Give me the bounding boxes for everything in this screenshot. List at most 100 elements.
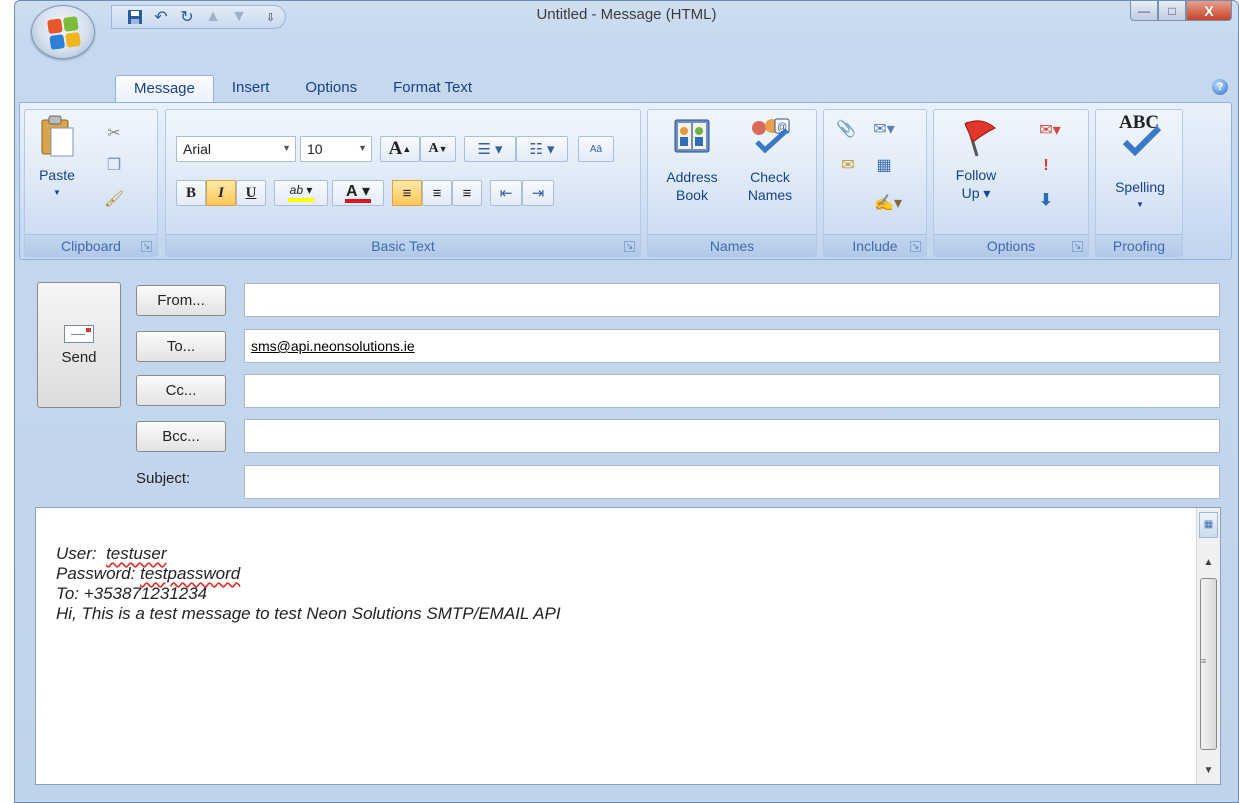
close-button[interactable]: X bbox=[1186, 1, 1232, 21]
scroll-down-icon[interactable]: ▼ bbox=[1197, 762, 1220, 780]
to-field[interactable]: sms@api.neonsolutions.ie bbox=[244, 329, 1220, 363]
proofing-group: ABC Spelling ▼ Proofing bbox=[1095, 109, 1183, 257]
font-color-icon: A ▾ bbox=[345, 182, 371, 200]
font-color-label: A bbox=[345, 182, 358, 200]
chevron-down-icon: ▼ bbox=[358, 143, 367, 153]
to-button-label: To... bbox=[166, 338, 196, 355]
options-dialog-launcher[interactable]: ↘ bbox=[1072, 241, 1083, 252]
body-line-password: Password: testpassword bbox=[56, 564, 561, 584]
italic-button[interactable]: I bbox=[206, 180, 236, 206]
subject-field[interactable] bbox=[244, 465, 1220, 499]
password-prefix: Password: bbox=[56, 564, 141, 583]
signature-icon[interactable]: ✍▾ bbox=[868, 190, 908, 216]
bcc-button[interactable]: Bcc... bbox=[136, 421, 226, 452]
address-book-button[interactable]: Address Book bbox=[656, 116, 728, 204]
include-dialog-launcher[interactable]: ↘ bbox=[910, 241, 921, 252]
tab-format-text[interactable]: Format Text bbox=[375, 75, 490, 103]
font-name-select[interactable]: Arial ▼ bbox=[176, 136, 296, 162]
tab-insert[interactable]: Insert bbox=[214, 75, 288, 103]
follow-up-label-2: Up ▾ bbox=[961, 185, 991, 201]
window-title: Untitled - Message (HTML) bbox=[536, 6, 717, 23]
spelling-button[interactable]: ABC Spelling ▼ bbox=[1104, 113, 1176, 214]
spelling-label: Spelling bbox=[1115, 179, 1165, 195]
from-field[interactable] bbox=[244, 283, 1220, 317]
shrink-font-button[interactable]: A ▼ bbox=[420, 136, 456, 162]
calendar-icon[interactable]: ▦ bbox=[870, 152, 898, 178]
paste-button[interactable]: Paste ▼ bbox=[33, 114, 81, 202]
highlight-color-bar bbox=[288, 198, 314, 202]
highlight-icon: ab ▾ bbox=[289, 183, 313, 197]
permission-icon[interactable]: ✉▾ bbox=[1030, 118, 1070, 142]
attach-item-icon[interactable]: ✉▾ bbox=[864, 116, 904, 142]
tab-options[interactable]: Options bbox=[287, 75, 375, 103]
align-left-button[interactable]: ≡ bbox=[392, 180, 422, 206]
message-body-text: User: testuser Password: testpassword To… bbox=[56, 544, 561, 624]
follow-up-button[interactable]: Follow Up ▾ bbox=[940, 116, 1012, 202]
options-group-label: Options bbox=[934, 234, 1088, 256]
spelling-dropdown-icon[interactable]: ▼ bbox=[1136, 196, 1144, 214]
bold-label: B bbox=[185, 184, 196, 201]
message-body[interactable]: User: testuser Password: testpassword To… bbox=[35, 507, 1221, 785]
attach-file-icon[interactable]: 📎 bbox=[834, 116, 858, 142]
clipboard-group-label: Clipboard bbox=[25, 234, 157, 256]
basic-text-group: Arial ▼ 10 ▼ A ▲ A ▼ ☰ ▾ ☷ ▾ Aā B I U ab… bbox=[165, 109, 641, 257]
vertical-scrollbar[interactable]: ▦ ▲ ≡ ▼ bbox=[1196, 508, 1220, 784]
user-prefix: User: bbox=[56, 544, 107, 563]
cut-icon[interactable]: ✂ bbox=[103, 122, 125, 144]
send-button[interactable]: Send bbox=[37, 282, 121, 408]
from-button[interactable]: From... bbox=[136, 285, 226, 316]
cc-field[interactable] bbox=[244, 374, 1220, 408]
format-painter-icon[interactable]: 🖌 bbox=[103, 188, 125, 210]
scroll-up-icon[interactable]: ▲ bbox=[1197, 554, 1220, 572]
decrease-indent-button[interactable]: ⇤ bbox=[490, 180, 522, 206]
shrink-font-icon: A bbox=[428, 141, 439, 156]
clipboard-dialog-launcher[interactable]: ↘ bbox=[141, 241, 152, 252]
increase-indent-button[interactable]: ⇥ bbox=[522, 180, 554, 206]
high-importance-icon[interactable]: ! bbox=[1034, 154, 1058, 178]
basic-text-group-label: Basic Text bbox=[166, 234, 640, 256]
follow-up-label-2-text: Up bbox=[961, 185, 980, 201]
body-line-user: User: testuser bbox=[56, 544, 561, 564]
font-size-value: 10 bbox=[307, 141, 323, 157]
chevron-down-icon: ▼ bbox=[282, 143, 291, 153]
low-importance-icon[interactable]: ⬇ bbox=[1034, 188, 1058, 212]
address-book-label-1: Address bbox=[666, 169, 718, 185]
to-button[interactable]: To... bbox=[136, 331, 226, 362]
align-right-button[interactable]: ≡ bbox=[452, 180, 482, 206]
office-button[interactable] bbox=[31, 5, 95, 59]
italic-label: I bbox=[218, 184, 224, 201]
basic-text-dialog-launcher[interactable]: ↘ bbox=[624, 241, 635, 252]
check-names-button[interactable]: @ Check Names bbox=[734, 116, 806, 204]
underline-label: U bbox=[245, 184, 257, 201]
bold-button[interactable]: B bbox=[176, 180, 206, 206]
highlight-button[interactable]: ab ▾ bbox=[274, 180, 328, 206]
font-size-select[interactable]: 10 ▼ bbox=[300, 136, 372, 162]
business-card-icon[interactable]: ✉ bbox=[834, 152, 862, 178]
ribbon: Paste ▼ ✂ ❐ 🖌 Clipboard ↘ Arial ▼ 10 ▼ A… bbox=[19, 102, 1232, 260]
cc-button[interactable]: Cc... bbox=[136, 375, 226, 406]
follow-up-label-1: Follow bbox=[955, 167, 997, 183]
styles-icon[interactable]: Aā bbox=[578, 136, 614, 162]
bullets-button[interactable]: ☰ ▾ bbox=[464, 136, 516, 162]
copy-icon[interactable]: ❐ bbox=[103, 154, 125, 176]
numbering-button[interactable]: ☷ ▾ bbox=[516, 136, 568, 162]
minimize-button[interactable]: — bbox=[1130, 1, 1158, 21]
title-bar: ↶ ↻ ▲ ▼ ⇩ Untitled - Message (HTML) — □ … bbox=[15, 1, 1238, 31]
maximize-button[interactable]: □ bbox=[1158, 1, 1186, 21]
font-name-value: Arial bbox=[183, 141, 212, 157]
spelling-icon: ABC bbox=[1115, 113, 1165, 160]
clipboard-group: Paste ▼ ✂ ❐ 🖌 Clipboard ↘ bbox=[24, 109, 158, 257]
password-value: testpassword bbox=[140, 564, 241, 583]
grow-font-button[interactable]: A ▲ bbox=[380, 136, 420, 162]
view-ruler-icon[interactable]: ▦ bbox=[1199, 512, 1218, 538]
font-color-button[interactable]: A ▾ bbox=[332, 180, 384, 206]
to-recipient[interactable]: sms@api.neonsolutions.ie bbox=[251, 338, 415, 354]
underline-button[interactable]: U bbox=[236, 180, 266, 206]
paste-label: Paste bbox=[39, 167, 75, 183]
align-center-button[interactable]: ≡ bbox=[422, 180, 452, 206]
bcc-field[interactable] bbox=[244, 419, 1220, 453]
paste-dropdown-icon[interactable]: ▼ bbox=[53, 184, 61, 202]
tab-message[interactable]: Message bbox=[115, 75, 214, 103]
help-icon[interactable]: ? bbox=[1212, 79, 1228, 95]
from-button-label: From... bbox=[157, 292, 205, 309]
